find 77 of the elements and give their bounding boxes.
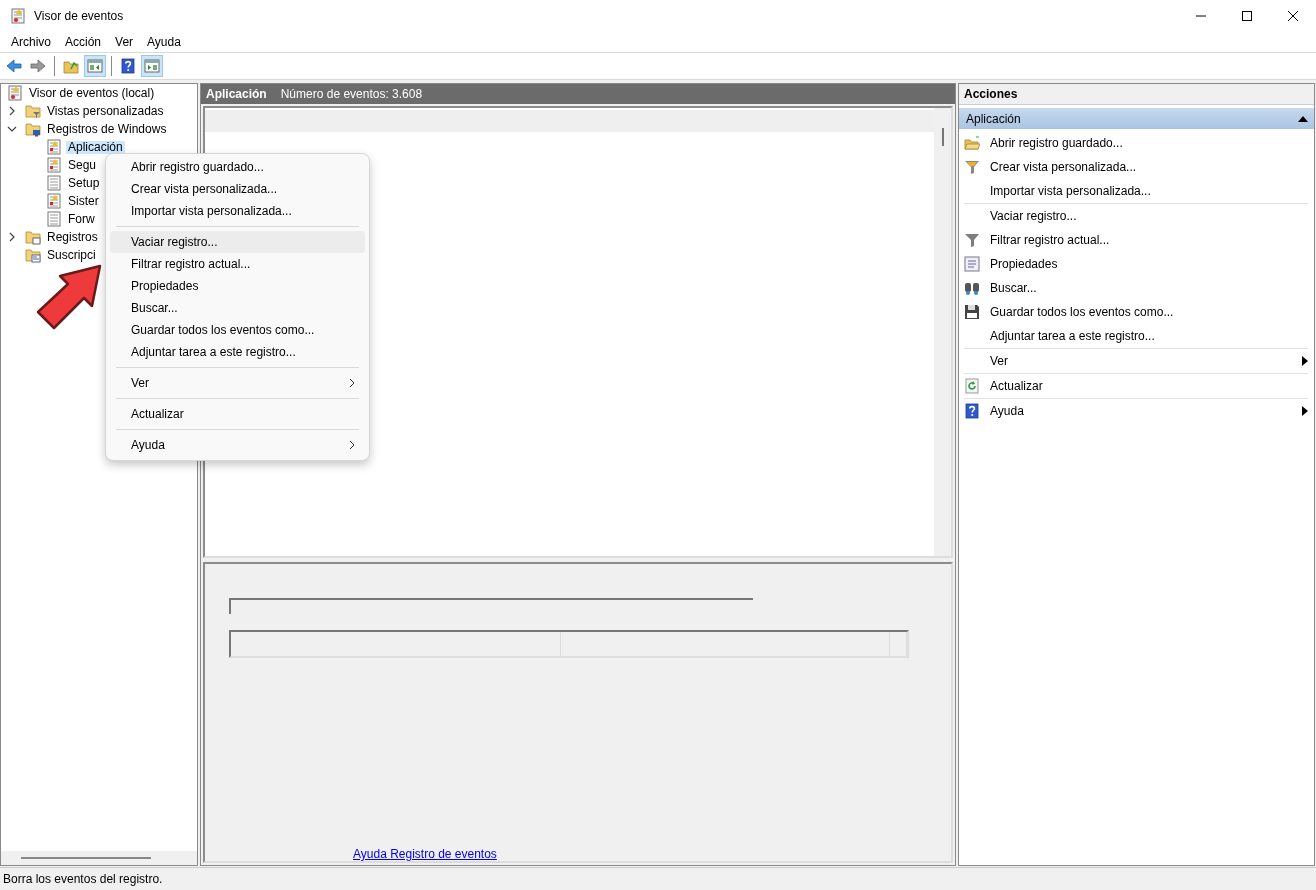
actions-title: Acciones — [959, 84, 1314, 105]
context-menu-item[interactable]: Adjuntar tarea a este registro... — [110, 341, 365, 363]
section-title: Aplicación — [966, 111, 1021, 126]
context-menu-item[interactable]: Abrir registro guardado... — [110, 156, 365, 178]
tree-item[interactable]: Registros — [45, 230, 100, 244]
action-item[interactable]: Adjuntar tarea a este registro... — [964, 324, 1308, 348]
close-icon — [1288, 11, 1298, 21]
tree-item[interactable]: Suscripci — [45, 248, 98, 262]
status-text: Borra los eventos del registro. — [3, 872, 163, 886]
tree-item[interactable]: Aplicación — [66, 140, 125, 154]
binoculars-icon — [964, 280, 980, 296]
tree-item[interactable]: Setup — [66, 176, 102, 190]
funnel-icon — [964, 232, 980, 248]
context-menu-item[interactable]: Propiedades — [110, 275, 365, 297]
action-item[interactable]: Ayuda — [964, 398, 1308, 423]
action-item[interactable]: Filtrar registro actual... — [964, 228, 1308, 252]
context-menu-item[interactable]: Ver — [110, 372, 365, 394]
action-item[interactable]: Buscar... — [964, 276, 1308, 300]
help-link[interactable]: Ayuda Registro de eventos — [353, 847, 497, 861]
tree-item[interactable]: Sister — [66, 194, 101, 208]
actions-section-header[interactable]: Aplicación — [959, 108, 1314, 129]
tree-item[interactable]: Visor de eventos (local) — [27, 86, 157, 100]
help-icon — [120, 58, 136, 74]
event-viewer-icon — [10, 8, 26, 24]
tree-item[interactable]: Segu — [66, 158, 99, 172]
menu-bar-item[interactable]: Archivo — [4, 35, 58, 49]
folder-icon — [25, 103, 41, 119]
menu-bar-item[interactable]: Ver — [108, 35, 141, 49]
action-item[interactable]: Abrir registro guardado... — [964, 131, 1308, 155]
action-item[interactable]: Ver — [964, 348, 1308, 373]
log-title: Aplicación — [206, 87, 267, 101]
context-menu-item[interactable]: Ayuda — [110, 434, 365, 456]
action-item[interactable]: Importar vista personalizada... — [964, 179, 1308, 203]
tree-item[interactable]: Forw — [66, 212, 97, 226]
open-folder-icon — [964, 135, 980, 151]
context-menu-item[interactable]: Crear vista personalizada... — [110, 178, 365, 200]
scrollbar-thumb[interactable] — [21, 857, 151, 859]
context-menu-item[interactable]: Guardar todos los eventos como... — [110, 319, 365, 341]
chevron-icon[interactable] — [7, 232, 17, 242]
action-item[interactable]: Guardar todos los eventos como... — [964, 300, 1308, 324]
log-icon — [46, 211, 62, 227]
action-item[interactable]: Vaciar registro... — [964, 203, 1308, 228]
log-icon — [46, 157, 62, 173]
context-menu-item[interactable]: Buscar... — [110, 297, 365, 319]
pane-icon — [87, 58, 103, 74]
scrollbar-thumb[interactable] — [941, 128, 944, 146]
menu-bar-item[interactable]: Ayuda — [140, 35, 188, 49]
menu-bar-item[interactable]: Acción — [58, 35, 109, 49]
context-menu-item[interactable]: Importar vista personalizada... — [110, 200, 365, 222]
back-arrow-icon — [6, 58, 22, 74]
folder-icon — [63, 58, 79, 74]
help-icon — [964, 403, 980, 419]
event-count: Número de eventos: 3.608 — [280, 87, 423, 101]
chevron-icon[interactable] — [7, 106, 17, 116]
action-item[interactable]: Propiedades — [964, 252, 1308, 276]
tree-item[interactable]: Registros de Windows — [45, 122, 169, 136]
forward-arrow-icon — [30, 58, 46, 74]
context-menu-item[interactable]: Actualizar — [110, 403, 365, 425]
context-menu-item[interactable]: Filtrar registro actual... — [110, 253, 365, 275]
properties-icon — [964, 256, 980, 272]
folder-icon — [25, 247, 41, 263]
tree-item[interactable]: Vistas personalizadas — [45, 104, 166, 118]
folder-icon — [25, 121, 41, 137]
log-icon — [46, 175, 62, 191]
collapse-icon[interactable] — [1298, 115, 1308, 122]
refresh-icon — [964, 378, 980, 394]
action-item[interactable]: Actualizar — [964, 373, 1308, 398]
folder-icon — [25, 229, 41, 245]
funnel-icon — [964, 159, 980, 175]
maximize-icon — [1242, 11, 1252, 21]
pane-icon — [144, 58, 160, 74]
log-icon — [46, 139, 62, 155]
chevron-icon[interactable] — [7, 124, 17, 134]
window-title: Visor de eventos — [34, 9, 124, 23]
log-icon — [46, 193, 62, 209]
context-menu-item[interactable]: Vaciar registro... — [110, 231, 365, 253]
action-item[interactable]: Crear vista personalizada... — [964, 155, 1308, 179]
